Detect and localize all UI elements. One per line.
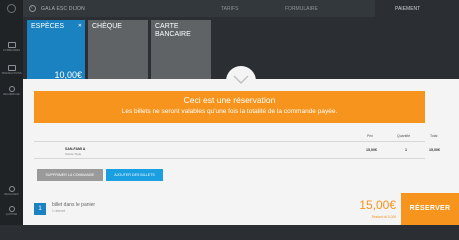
- column-header-price: Prix: [367, 134, 374, 138]
- event-title: GALA ESC DIJON: [41, 6, 85, 12]
- tab-paiement[interactable]: PAIEMENT: [375, 0, 459, 17]
- add-tickets-button[interactable]: AJOUTER DES BILLETS: [106, 169, 163, 181]
- back-arrow-icon: ‹: [31, 5, 33, 11]
- delete-order-button[interactable]: SUPPRIMER LA COMMANDE: [37, 169, 103, 181]
- tab-tarifs[interactable]: TARIFS: [221, 6, 238, 12]
- sidebar-item-reglages[interactable]: RÉGLAGES: [0, 186, 23, 196]
- ticket-count-badge: 1: [34, 203, 46, 215]
- ticket-name: SAN-FAMI A: [65, 147, 86, 151]
- cart-label: billet dans le panier: [52, 202, 96, 208]
- logo-icon: [7, 4, 16, 13]
- sidebar-item-label: TRANSACTIONS: [1, 72, 22, 75]
- ticket-subtitle: Soirée Style: [65, 152, 82, 156]
- sidebar-item-commandes[interactable]: COMMANDES: [0, 42, 23, 52]
- ticket-quantity: 1: [405, 148, 407, 152]
- payment-carte-bancaire-label: CARTE BANCAIRE: [155, 23, 191, 38]
- sidebar-item-label: RÉGLAGES: [4, 193, 19, 196]
- ticket-price: 15,00€: [366, 148, 377, 152]
- search-icon: [8, 86, 15, 92]
- ticket-total: 15,00€: [429, 148, 440, 152]
- table-divider: [34, 158, 425, 159]
- payment-carte-bancaire-tile[interactable]: CARTE BANCAIRE: [151, 20, 211, 82]
- chevron-down-icon: [233, 75, 249, 84]
- column-header-quantity: Quantité: [397, 134, 411, 138]
- remove-icon[interactable]: ✕: [78, 23, 82, 31]
- payment-especes-label: ESPÈCES: [31, 23, 65, 30]
- column-header-total: Total: [430, 134, 438, 138]
- sidebar: COMMANDES TRANSACTIONS RECHERCHE RÉGLAGE…: [0, 0, 23, 225]
- payment-cheque-tile[interactable]: CHÈQUE: [88, 20, 148, 82]
- banner-title: Ceci est une réservation: [183, 95, 276, 105]
- sidebar-item-transactions[interactable]: TRANSACTIONS: [0, 65, 23, 75]
- reserve-button[interactable]: RÉSERVER: [401, 193, 459, 225]
- transactions-icon: [7, 65, 16, 71]
- top-bar: ‹ GALA ESC DIJON TARIFS FORMULAIRE PAIEM…: [23, 0, 459, 17]
- sidebar-item-label: RECHERCHE: [3, 93, 20, 96]
- power-icon: [8, 206, 15, 212]
- payment-especes-amount: 10,00€: [54, 69, 82, 80]
- sidebar-item-label: COMMANDES: [2, 49, 21, 52]
- tab-paiement-label: PAIEMENT: [395, 6, 421, 12]
- reservation-banner: Ceci est une réservation Les billets ne …: [34, 91, 425, 123]
- orders-icon: [7, 42, 16, 48]
- table-divider: [34, 141, 425, 142]
- cart-sublabel: 1 réservé: [52, 209, 66, 213]
- sidebar-item-recherche[interactable]: RECHERCHE: [0, 86, 23, 96]
- sidebar-item-label: QUITTER: [5, 213, 18, 216]
- tab-formulaire[interactable]: FORMULAIRE: [285, 6, 318, 12]
- sidebar-item-quitter[interactable]: QUITTER: [0, 206, 23, 216]
- payment-especes-tile[interactable]: ESPÈCES ✕ 10,00€: [27, 20, 85, 82]
- settings-icon: [8, 186, 15, 192]
- payment-cheque-label: CHÈQUE: [92, 23, 122, 30]
- back-button[interactable]: ‹: [29, 5, 36, 12]
- banner-subtitle: Les billets ne seront valables qu'une fo…: [121, 108, 338, 115]
- remaining-due: Restant dû 5,00€: [371, 215, 396, 219]
- order-total: 15,00€: [359, 198, 396, 212]
